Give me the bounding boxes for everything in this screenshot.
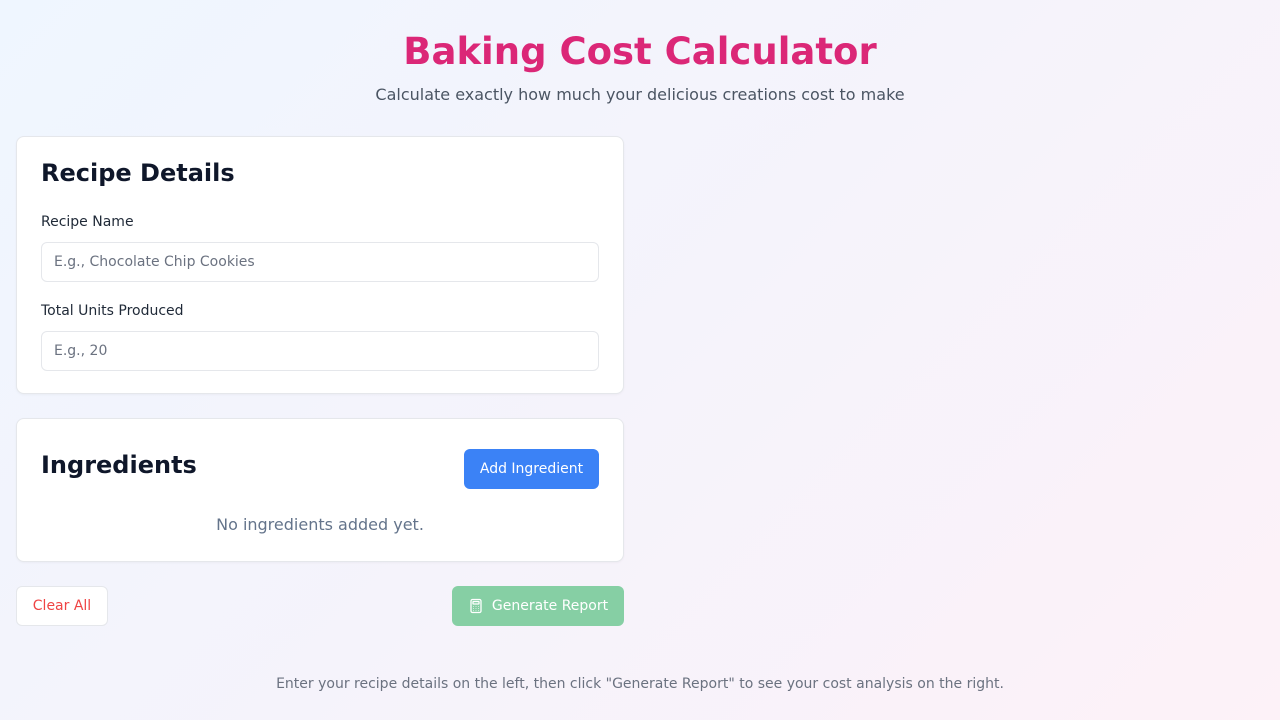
footer-hint: Enter your recipe details on the left, t… (276, 676, 1004, 692)
recipe-details-title: Recipe Details (41, 159, 235, 187)
total-units-input[interactable] (41, 331, 599, 371)
add-ingredient-button[interactable]: Add Ingredient (464, 449, 599, 489)
recipe-name-label: Recipe Name (41, 214, 134, 230)
page-subtitle: Calculate exactly how much your deliciou… (375, 85, 905, 104)
recipe-details-card: Recipe Details Recipe Name Total Units P… (16, 136, 624, 394)
calculator-icon (468, 598, 484, 614)
recipe-name-input[interactable] (41, 242, 599, 282)
page-title: Baking Cost Calculator (403, 30, 877, 73)
ingredients-card: Ingredients Add Ingredient No ingredient… (16, 418, 624, 562)
ingredients-title: Ingredients (41, 451, 197, 479)
generate-report-label: Generate Report (491, 598, 609, 614)
clear-all-button[interactable]: Clear All (16, 586, 108, 626)
ingredients-empty-message: No ingredients added yet. (216, 515, 424, 534)
total-units-label: Total Units Produced (41, 303, 184, 319)
page-header: Baking Cost Calculator Calculate exactly… (0, 0, 1280, 105)
generate-report-button[interactable]: Generate Report (452, 586, 624, 626)
